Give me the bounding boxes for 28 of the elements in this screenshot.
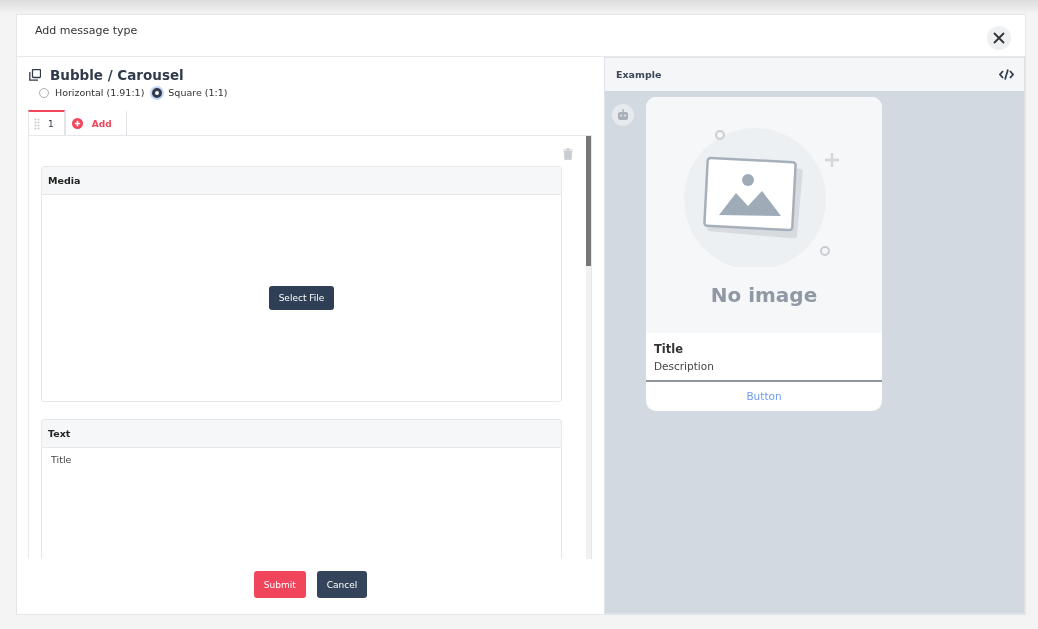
copy-icon [29, 69, 41, 81]
tab-label: Add [91, 118, 112, 129]
select-file-button[interactable]: Select File [268, 286, 335, 310]
add-tab[interactable]: Add [64, 110, 127, 135]
close-button[interactable] [987, 26, 1011, 50]
code-icon[interactable] [999, 69, 1014, 80]
cancel-button[interactable]: Cancel [316, 571, 368, 598]
card-title: Title [654, 342, 685, 356]
text-heading: Text [41, 419, 562, 448]
dialog-title: Add message type [35, 24, 138, 37]
no-image-text: No image [710, 283, 818, 307]
card-description: Description [654, 360, 715, 372]
ratio-radio[interactable]: Square (1:1) [152, 87, 228, 98]
radio-label: Horizontal (1.91:1) [55, 87, 145, 98]
ratio-radio[interactable]: Horizontal (1.91:1) [39, 87, 145, 98]
page-tab[interactable]: 1 [28, 110, 65, 135]
scrollbar[interactable] [586, 136, 591, 559]
tab-label: 1 [48, 118, 54, 129]
robot-avatar-icon [612, 104, 634, 126]
submit-button[interactable]: Submit [253, 571, 306, 598]
plus-circle-icon [71, 118, 83, 129]
media-heading: Media [42, 167, 561, 195]
drag-handle-icon[interactable] [34, 117, 40, 130]
title-field[interactable]: Title [41, 448, 562, 559]
close-icon [993, 32, 1005, 44]
section-title: Bubble / Carousel [50, 67, 184, 83]
radio-label: Square (1:1) [168, 87, 228, 98]
preview-heading: Example [616, 69, 662, 80]
